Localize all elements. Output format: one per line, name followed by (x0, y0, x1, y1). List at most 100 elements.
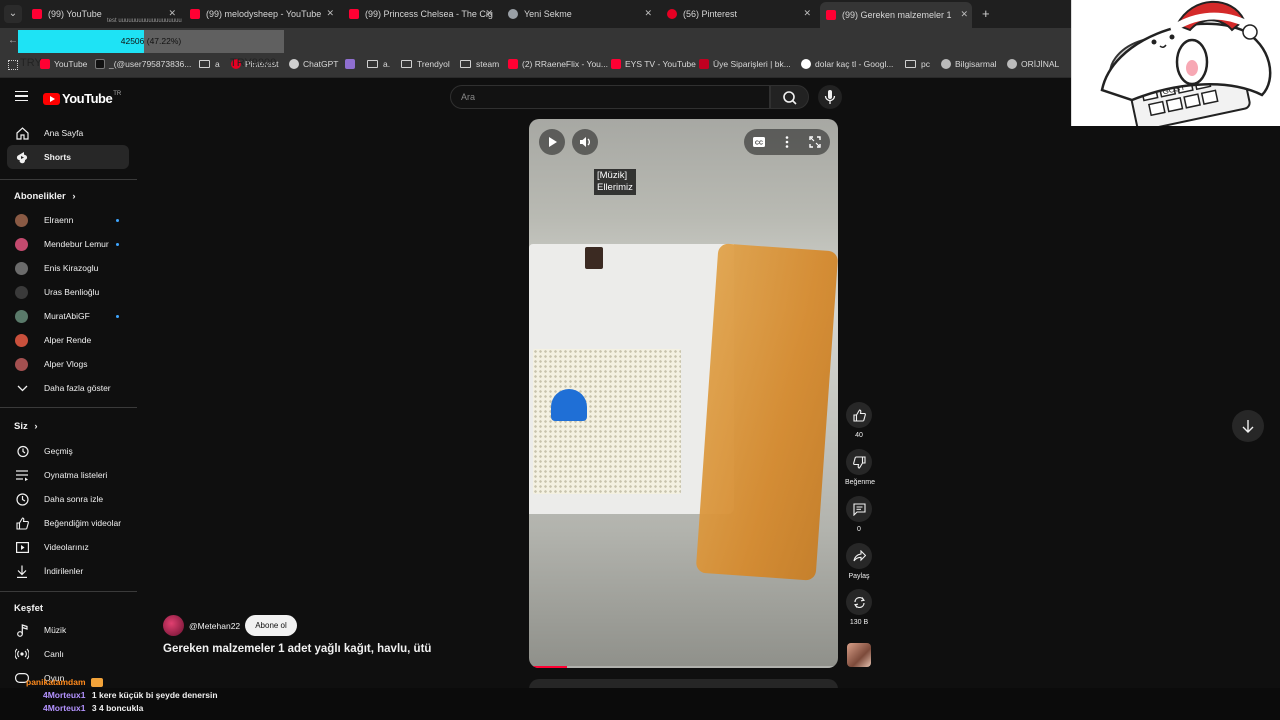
bookmark-rraeneflix[interactable]: (2) RRaeneFlix - You... (508, 59, 608, 69)
sidebar-sub-alper-vlogs[interactable]: Alper Vlogs (7, 352, 129, 376)
tab-close-icon[interactable]: ✕ (644, 8, 652, 19)
your-videos-icon (15, 540, 29, 554)
sidebar-item-label: Oynatma listeleri (44, 470, 108, 480)
bookmark-folder-a[interactable]: a (199, 59, 220, 69)
more-options-icon[interactable] (774, 129, 800, 155)
browser-tab-active[interactable]: (99) Gereken malzemeler 1 adet ✕ (820, 2, 972, 28)
bookmark-label: a (215, 59, 220, 69)
sidebar-item-label: Ana Sayfa (44, 128, 84, 138)
bookmark-youtube[interactable]: YouTube (40, 59, 87, 69)
chat-text: 1 kere küçük bi şeyde denersin (91, 690, 218, 700)
folder-icon (401, 60, 412, 68)
chevron-right-icon: › (72, 191, 76, 202)
sidebar-item-label: Alper Rende (44, 335, 92, 345)
browser-tab-3[interactable]: (99) Princess Chelsea - The Cig ✕ (349, 4, 493, 24)
play-button[interactable] (539, 129, 565, 155)
youtube-icon (508, 59, 518, 69)
bookmark-bilgisarmal[interactable]: Bilgisarmal (941, 59, 997, 69)
dislike-button[interactable]: Beğenme (845, 449, 875, 486)
sidebar-sub-uras-benlioglu[interactable]: Uras Benlioğlu (7, 280, 129, 304)
guide-menu-icon[interactable] (15, 91, 28, 101)
thumbs-down-icon (852, 455, 866, 469)
browser-tab-4[interactable]: Yeni Sekme ✕ (508, 4, 652, 24)
channel-name[interactable]: @Metehan22 (189, 621, 240, 631)
sidebar-item-playlists[interactable]: Oynatma listeleri (7, 463, 129, 487)
sidebar-sub-enis-kirazoglu[interactable]: Enis Kirazoglu (7, 256, 129, 280)
like-button[interactable]: 40 (845, 402, 873, 439)
bookmark-trendyol[interactable]: Trendyol (401, 59, 450, 69)
youtube-logo[interactable]: YouTube TR (43, 91, 121, 106)
bookmark-folder-a2[interactable]: a. (367, 59, 390, 69)
sidebar-item-label: Elraenn (44, 215, 74, 225)
fullscreen-icon[interactable] (802, 129, 828, 155)
sidebar-divider (0, 179, 137, 180)
bookmark-pc[interactable]: pc (905, 59, 930, 69)
tab-close-icon[interactable]: ✕ (326, 8, 334, 19)
bookmark-eys-tv[interactable]: EYS TV - YouTube (611, 59, 696, 69)
bookmark-orijinal[interactable]: ORİJİNAL (1007, 59, 1059, 69)
bookmark-rocket[interactable] (345, 59, 359, 69)
avatar (15, 357, 28, 371)
sidebar-sub-alper-rende[interactable]: Alper Rende (7, 328, 129, 352)
donation-goal-text: 42506 (47.22%) (120, 36, 182, 46)
browser-tab-5[interactable]: (56) Pinterest ✕ (667, 4, 811, 24)
caption-line-2: Ellerimiz (597, 182, 633, 193)
share-button[interactable]: Paylaş (845, 543, 873, 580)
tab-search-chevron-icon[interactable]: ⌄ (4, 5, 22, 23)
you-header[interactable]: Siz › (14, 421, 38, 432)
next-video-button[interactable] (1232, 410, 1264, 442)
sidebar-item-downloads[interactable]: İndirilenler (7, 559, 129, 583)
sidebar-sub-elraenn[interactable]: Elraenn (7, 208, 129, 232)
player-top-controls: CC (744, 129, 830, 155)
avatar (15, 309, 28, 323)
remix-icon (853, 596, 865, 608)
sidebar-item-liked-videos[interactable]: Beğendiğim videolar (7, 511, 129, 535)
search-input[interactable]: Ara (450, 85, 770, 109)
sidebar-item-watch-later[interactable]: Daha sonra izle (7, 487, 129, 511)
tab-title: (99) melodysheep - YouTube (206, 9, 322, 19)
search-button[interactable] (770, 85, 809, 109)
subscriptions-header[interactable]: Abonelikler › (14, 191, 76, 202)
voice-search-button[interactable] (818, 85, 842, 109)
tab-close-icon[interactable]: ✕ (803, 8, 811, 19)
apps-grid-icon[interactable] (8, 60, 18, 70)
dislike-label: Beğenme (845, 479, 875, 486)
subscribe-button[interactable]: Abone ol (245, 615, 297, 636)
tab-close-icon[interactable]: ✕ (960, 9, 968, 20)
channel-avatar[interactable] (163, 615, 184, 636)
sidebar-item-history[interactable]: Geçmiş (7, 439, 129, 463)
volume-button[interactable] (572, 129, 598, 155)
bookmark-label: dolar kaç tl - Googl... (815, 59, 894, 69)
video-progress-bar[interactable] (529, 666, 838, 668)
sidebar-item-live[interactable]: Canlı (7, 642, 129, 666)
sidebar-sub-mendebur-lemur[interactable]: Mendebur Lemur (7, 232, 129, 256)
back-arrow-icon[interactable]: ← (8, 35, 18, 46)
remix-button[interactable]: 130 B (845, 589, 873, 626)
sidebar-item-home[interactable]: Ana Sayfa (7, 121, 129, 145)
bookmark-label: Trendyol (417, 59, 450, 69)
bongo-cat-santa-icon: GOSY (1100, 0, 1272, 132)
sidebar-item-your-videos[interactable]: Videolarınız (7, 535, 129, 559)
rocket-icon (345, 59, 355, 69)
comments-button[interactable]: 0 (845, 496, 873, 533)
sidebar-item-shorts[interactable]: Shorts (7, 145, 129, 169)
bookmark-uye-siparisleri[interactable]: Üye Siparişleri | bk... (699, 59, 791, 69)
bookmark-chatgpt[interactable]: ChatGPT (289, 59, 338, 69)
shorts-video-player[interactable]: CC [Müzik] Ellerimiz (529, 119, 838, 668)
closed-captions-icon[interactable]: CC (744, 129, 774, 155)
sidebar-item-music[interactable]: Müzik (7, 618, 129, 642)
sidebar-show-more[interactable]: Daha fazla göster (7, 376, 129, 400)
bookmark-tiktok[interactable]: _(@user795873836... (95, 59, 191, 69)
tab-close-icon[interactable]: ✕ (485, 8, 493, 19)
sidebar-sub-muratabigf[interactable]: MuratAbiGF (7, 304, 129, 328)
you-header-label: Siz (14, 421, 28, 432)
avatar (15, 285, 28, 299)
volume-icon (580, 137, 590, 147)
sound-thumbnail[interactable] (847, 643, 871, 667)
bookmark-dolar[interactable]: dolar kaç tl - Googl... (801, 59, 893, 69)
browser-tab-2[interactable]: (99) melodysheep - YouTube ✕ (190, 4, 334, 24)
new-tab-plus-icon[interactable]: + (982, 6, 990, 21)
bookmark-steam[interactable]: steam (460, 59, 499, 69)
thumbs-up-icon (852, 408, 866, 422)
video-title[interactable]: Gereken malzemeler 1 adet yağlı kağıt, h… (163, 643, 431, 655)
